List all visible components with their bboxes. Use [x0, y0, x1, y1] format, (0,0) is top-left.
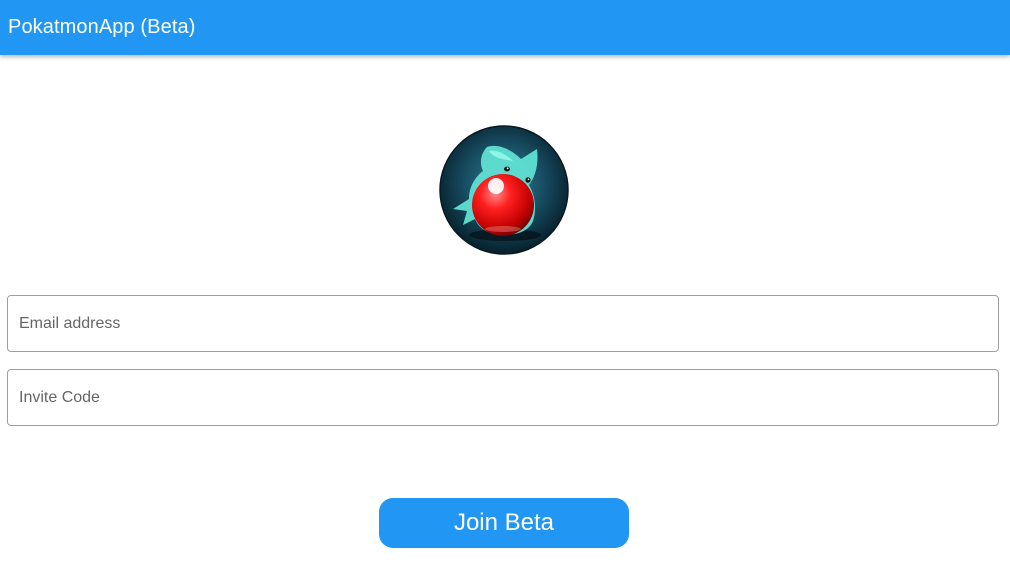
app-title: PokatmonApp (Beta): [8, 16, 196, 38]
join-beta-button[interactable]: Join Beta: [379, 498, 629, 548]
app-bar: PokatmonApp (Beta): [0, 0, 1010, 55]
invite-code-field[interactable]: [7, 369, 999, 426]
app-logo: [439, 125, 569, 255]
email-field[interactable]: [7, 295, 999, 352]
pokeball-creature-logo-icon: [439, 125, 569, 255]
email-input[interactable]: [8, 296, 998, 351]
invite-code-input[interactable]: [8, 370, 998, 425]
